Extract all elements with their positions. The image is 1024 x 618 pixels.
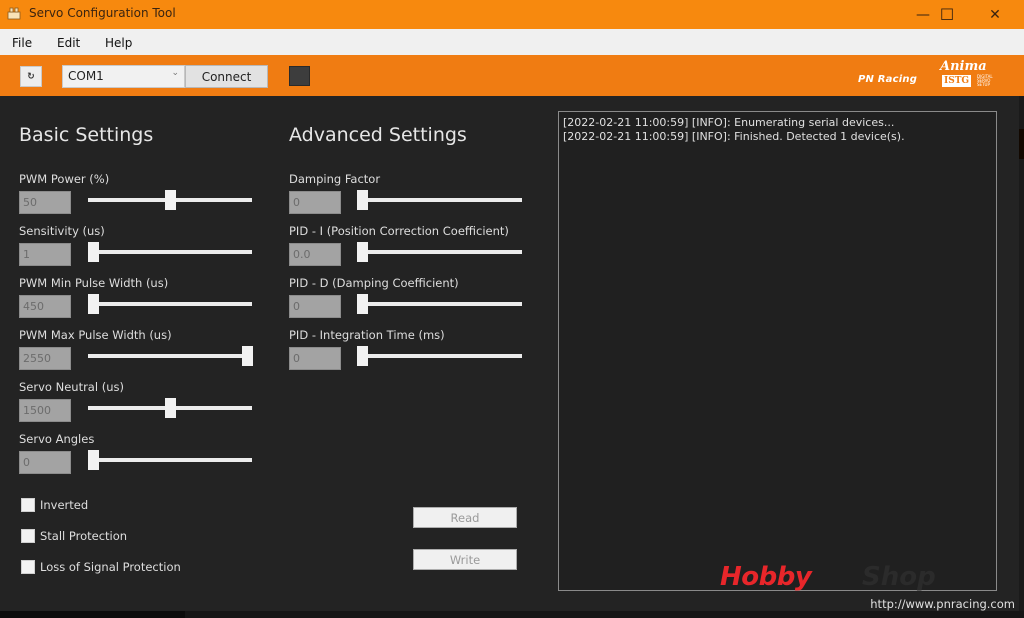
window-edge bbox=[1019, 96, 1024, 616]
field-label: Servo Angles bbox=[19, 432, 95, 446]
field-label: PWM Power (%) bbox=[19, 172, 110, 186]
menu-bar: File Edit Help bbox=[0, 29, 1024, 55]
slider-thumb[interactable] bbox=[357, 190, 368, 210]
damping-factor-input[interactable]: 0 bbox=[289, 191, 341, 214]
bottom-strip bbox=[0, 611, 1024, 618]
inverted-label[interactable]: Inverted bbox=[40, 498, 88, 512]
window-title: Servo Configuration Tool bbox=[29, 6, 176, 20]
inverted-checkbox[interactable] bbox=[21, 498, 35, 512]
slider-track bbox=[88, 354, 252, 358]
log-line: [2022-02-21 11:00:59] [INFO]: Enumeratin… bbox=[563, 116, 895, 129]
pwm-min-pulse-input[interactable]: 450 bbox=[19, 295, 71, 318]
menu-file[interactable]: File bbox=[12, 36, 32, 50]
hobby-watermark: Hobby bbox=[720, 562, 812, 592]
slider-thumb[interactable] bbox=[88, 294, 99, 314]
title-bar: Servo Configuration Tool — ☐ ✕ bbox=[0, 0, 1024, 29]
field-label: PWM Min Pulse Width (us) bbox=[19, 276, 169, 290]
slider-track bbox=[357, 302, 522, 306]
pid-d-slider[interactable] bbox=[357, 294, 522, 314]
basic-settings-title: Basic Settings bbox=[19, 124, 154, 146]
stg-logo-text: ISTG bbox=[942, 75, 972, 87]
refresh-icon: ↻ bbox=[27, 71, 35, 82]
pwm-max-pulse-input[interactable]: 2550 bbox=[19, 347, 71, 370]
slider-thumb[interactable] bbox=[88, 242, 99, 262]
loss-of-signal-checkbox[interactable] bbox=[21, 560, 35, 574]
pwm-power-input[interactable]: 50 bbox=[19, 191, 71, 214]
servo-angles-slider[interactable] bbox=[88, 450, 252, 470]
maximize-button[interactable]: ☐ bbox=[924, 0, 970, 29]
servo-angles-input[interactable]: 0 bbox=[19, 451, 71, 474]
anima-stg-logo: Anima ISTG DIGITAL SERVO SETUP bbox=[940, 59, 1002, 91]
field-label: PWM Max Pulse Width (us) bbox=[19, 328, 172, 342]
servo-neutral-input[interactable]: 1500 bbox=[19, 399, 71, 422]
field-label: PID - Integration Time (ms) bbox=[289, 328, 445, 342]
slider-thumb[interactable] bbox=[357, 346, 368, 366]
pid-d-input[interactable]: 0 bbox=[289, 295, 341, 318]
app-window: Servo Configuration Tool — ☐ ✕ File Edit… bbox=[0, 0, 1024, 618]
sensitivity-slider[interactable] bbox=[88, 242, 252, 262]
chevron-down-icon: ⌄ bbox=[171, 68, 179, 78]
refresh-ports-button[interactable]: ↻ bbox=[20, 66, 42, 87]
slider-track bbox=[357, 250, 522, 254]
stall-protection-label[interactable]: Stall Protection bbox=[40, 529, 127, 543]
pwm-min-pulse-slider[interactable] bbox=[88, 294, 252, 314]
maximize-icon: ☐ bbox=[939, 5, 955, 24]
slider-thumb[interactable] bbox=[165, 190, 176, 210]
slider-thumb[interactable] bbox=[165, 398, 176, 418]
slider-track bbox=[88, 250, 252, 254]
loss-of-signal-label[interactable]: Loss of Signal Protection bbox=[40, 560, 181, 574]
menu-edit[interactable]: Edit bbox=[57, 36, 80, 50]
shop-watermark: Shop bbox=[862, 562, 936, 592]
field-label: Servo Neutral (us) bbox=[19, 380, 124, 394]
damping-factor-slider[interactable] bbox=[357, 190, 522, 210]
menu-help[interactable]: Help bbox=[105, 36, 132, 50]
pwm-max-pulse-slider[interactable] bbox=[88, 346, 253, 366]
pid-i-slider[interactable] bbox=[357, 242, 522, 262]
sensitivity-input[interactable]: 1 bbox=[19, 243, 71, 266]
pn-racing-logo: PN Racing bbox=[858, 74, 918, 85]
close-button[interactable]: ✕ bbox=[972, 0, 1018, 29]
field-label: PID - D (Damping Coefficient) bbox=[289, 276, 459, 290]
anima-logo-text: Anima bbox=[940, 59, 987, 74]
pid-integration-time-input[interactable]: 0 bbox=[289, 347, 341, 370]
slider-thumb[interactable] bbox=[242, 346, 253, 366]
logo-subtitle: DIGITAL SERVO SETUP bbox=[977, 74, 993, 87]
field-label: PID - I (Position Correction Coefficient… bbox=[289, 224, 509, 238]
servo-neutral-slider[interactable] bbox=[88, 398, 252, 418]
advanced-settings-title: Advanced Settings bbox=[289, 124, 467, 146]
write-button[interactable]: Write bbox=[413, 549, 517, 570]
app-icon bbox=[7, 7, 21, 20]
log-line: [2022-02-21 11:00:59] [INFO]: Finished. … bbox=[563, 130, 905, 143]
slider-thumb[interactable] bbox=[357, 294, 368, 314]
slider-track bbox=[88, 302, 252, 306]
stall-protection-checkbox[interactable] bbox=[21, 529, 35, 543]
slider-track bbox=[357, 198, 522, 202]
field-label: Damping Factor bbox=[289, 172, 381, 186]
read-button[interactable]: Read bbox=[413, 507, 517, 528]
slider-track bbox=[357, 354, 522, 358]
field-label: Sensitivity (us) bbox=[19, 224, 105, 238]
slider-thumb[interactable] bbox=[357, 242, 368, 262]
connect-button[interactable]: Connect bbox=[185, 65, 268, 88]
log-output[interactable]: [2022-02-21 11:00:59] [INFO]: Enumeratin… bbox=[558, 111, 997, 591]
slider-thumb[interactable] bbox=[88, 450, 99, 470]
pid-integration-time-slider[interactable] bbox=[357, 346, 522, 366]
port-select[interactable]: COM1 ⌄ bbox=[62, 65, 185, 88]
pid-i-input[interactable]: 0.0 bbox=[289, 243, 341, 266]
pwm-power-slider[interactable] bbox=[88, 190, 252, 210]
connection-status-indicator bbox=[289, 66, 310, 86]
slider-track bbox=[88, 458, 252, 462]
port-select-value: COM1 bbox=[68, 69, 104, 83]
toolbar: ↻ COM1 ⌄ Connect PN Racing Anima ISTG DI… bbox=[0, 55, 1024, 96]
footer-url-link[interactable]: http://www.pnracing.com bbox=[870, 597, 1015, 611]
close-icon: ✕ bbox=[989, 6, 1001, 23]
